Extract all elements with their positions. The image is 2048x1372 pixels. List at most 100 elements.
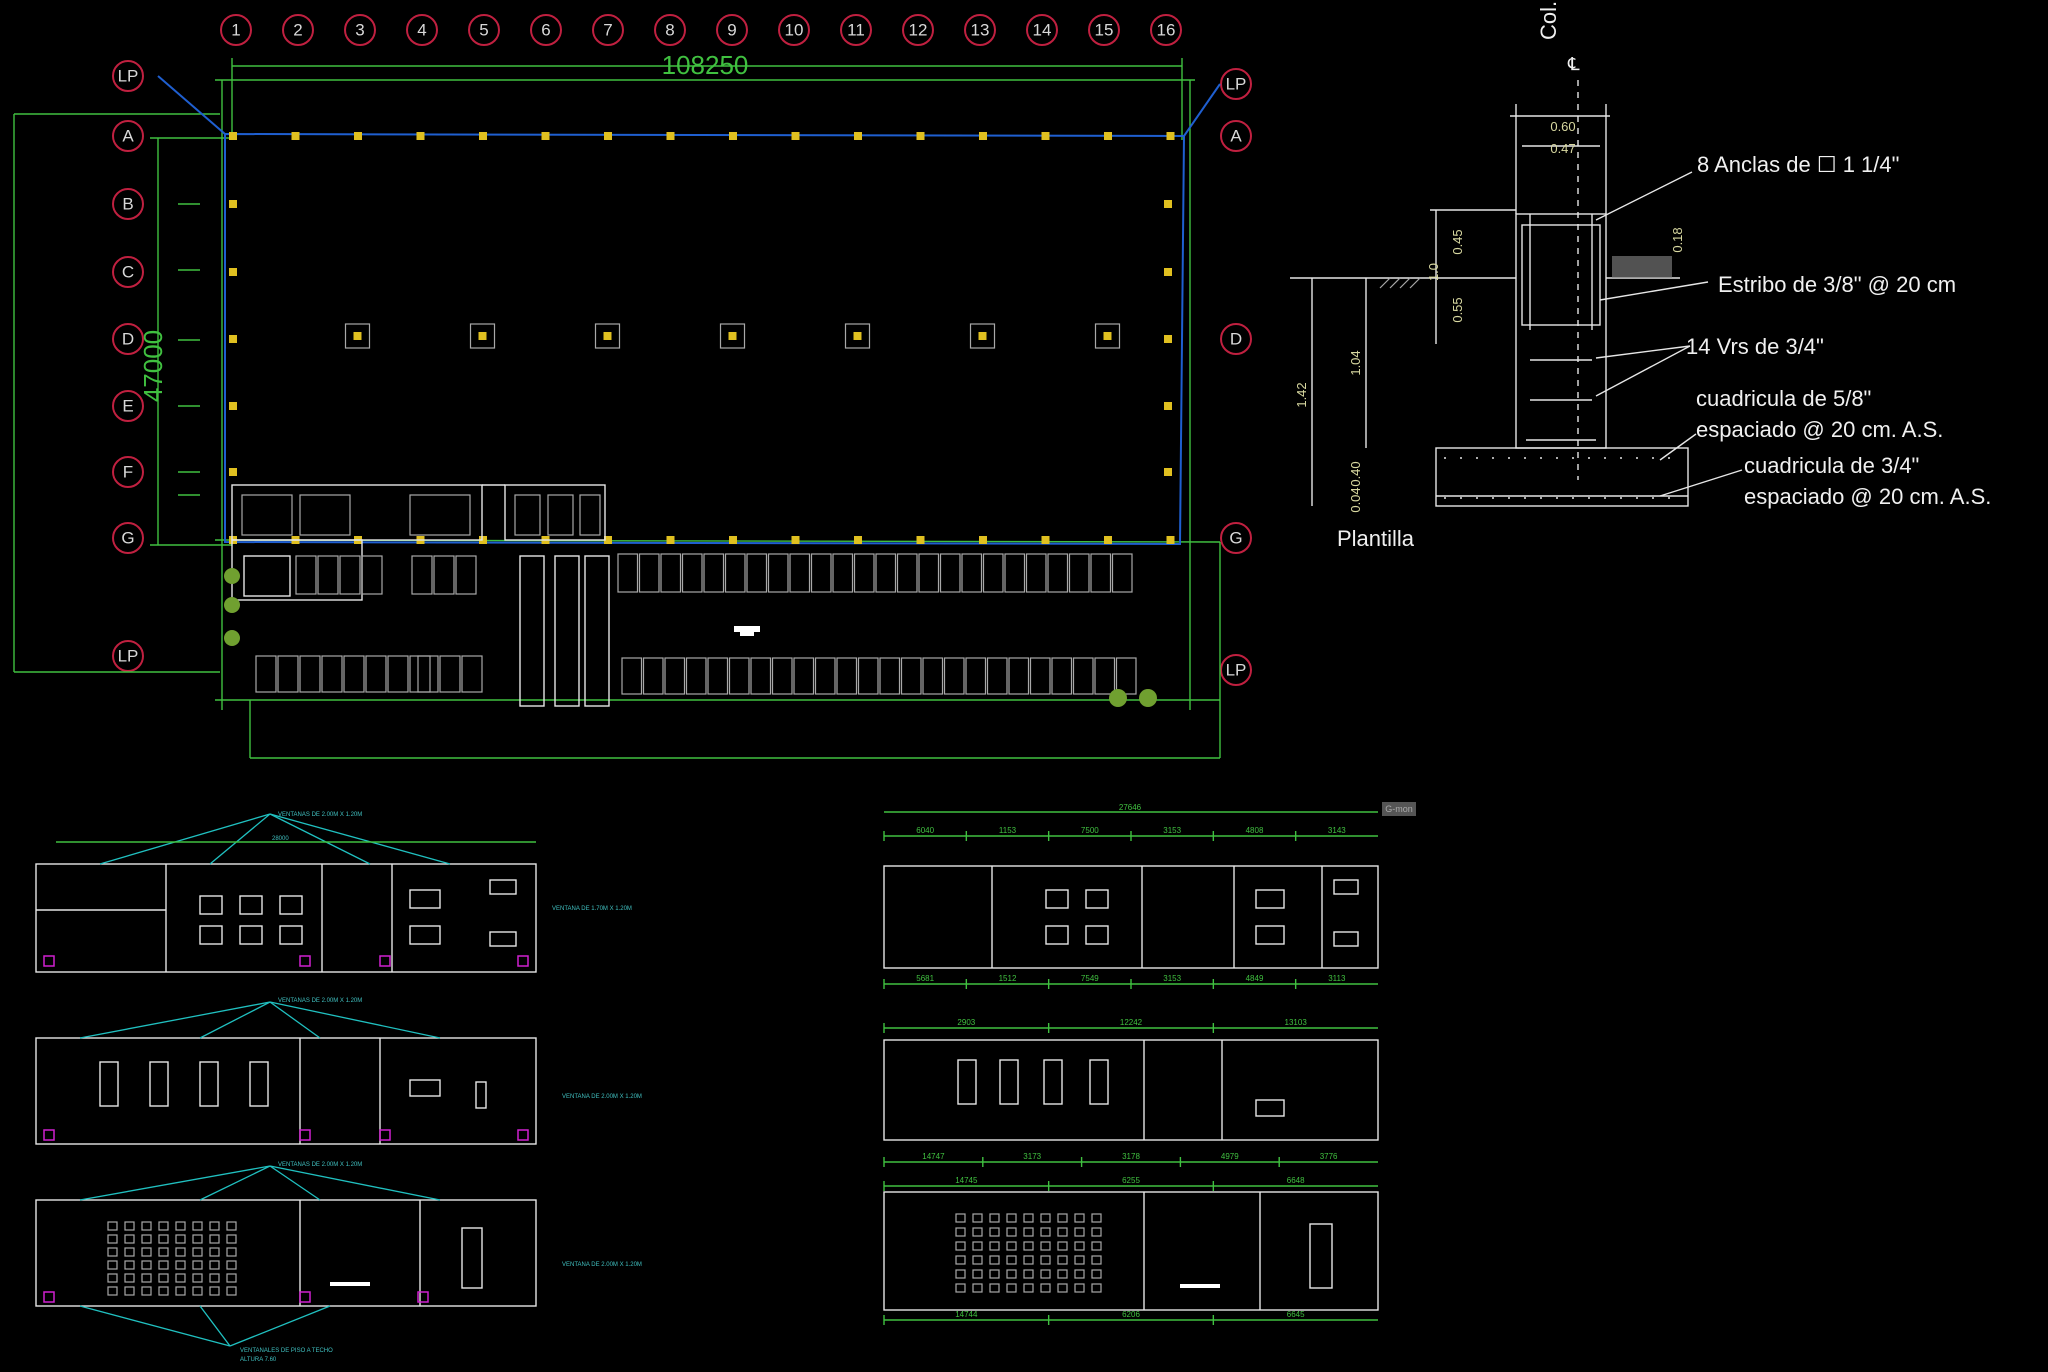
parking-stall (771, 657, 793, 695)
parking-stall (1004, 553, 1026, 593)
dim-label: 2903 (957, 1018, 975, 1027)
dim-label: 13103 (1285, 1018, 1308, 1027)
dim-label: 6255 (1122, 1176, 1140, 1185)
desk (226, 1234, 237, 1244)
dim-label: 6206 (1122, 1310, 1140, 1319)
column-top (354, 132, 362, 140)
lp-marker-top-right: LP (1220, 68, 1252, 100)
desk (226, 1286, 237, 1296)
desk (955, 1241, 966, 1251)
interior-column-core (603, 332, 612, 340)
desk (1057, 1241, 1068, 1251)
overall-dimensions: 108250 47000 (13, 50, 1221, 759)
desk (175, 1273, 186, 1283)
svg-text:A: A (122, 127, 134, 146)
desk (175, 1234, 186, 1244)
column-bubble-5: 5 (468, 14, 500, 46)
svg-text:0.45: 0.45 (1450, 229, 1465, 254)
dim-label: 1153 (999, 826, 1017, 835)
parking-stall (1068, 553, 1090, 593)
interior-column-core (1103, 332, 1112, 340)
parking-stall (1111, 553, 1133, 593)
column-bubble-8: 8 (654, 14, 686, 46)
table (489, 879, 517, 895)
column-top (1041, 132, 1050, 140)
parking-stall (1029, 657, 1051, 695)
column-bottom (666, 536, 675, 544)
table (1255, 925, 1285, 945)
column-bottom (1104, 536, 1112, 544)
table (279, 925, 303, 945)
svg-text:ALTURA 7.60: ALTURA 7.60 (240, 1357, 277, 1363)
column-top (604, 132, 612, 140)
parking-stall (277, 655, 299, 693)
column-right (1164, 402, 1172, 410)
parking-stall (321, 655, 343, 693)
svg-text:16: 16 (1157, 21, 1176, 40)
interior-column-core (728, 332, 737, 340)
desk (175, 1286, 186, 1296)
svg-text:D: D (1230, 330, 1242, 349)
table (999, 1059, 1019, 1105)
meeting-table (461, 1227, 483, 1289)
overall-length-label: 108250 (662, 50, 749, 80)
svg-text:13: 13 (971, 21, 990, 40)
parking-stall (317, 555, 339, 595)
parking-stall (660, 553, 682, 593)
mesh-top-label-1: cuadricula de 5/8" (1696, 386, 1871, 411)
parking-stall (750, 657, 772, 695)
svg-text:1.42: 1.42 (1294, 382, 1309, 407)
desk (1057, 1283, 1068, 1293)
column-top (854, 132, 862, 140)
dim-label: 7500 (1081, 826, 1099, 835)
table (957, 1059, 977, 1105)
desk (192, 1247, 203, 1257)
svg-text:0.40: 0.40 (1348, 461, 1363, 486)
desk (1006, 1269, 1017, 1279)
row-bubble-right-A: A (1220, 120, 1252, 152)
column-bubble-14: 14 (1026, 14, 1058, 46)
interior-column-core (853, 332, 862, 340)
svg-text:1: 1 (231, 21, 240, 40)
desk (226, 1260, 237, 1270)
desk (1057, 1269, 1068, 1279)
column-bottom (791, 536, 800, 544)
desk (226, 1273, 237, 1283)
right-plan-1: 27646 6040 1153 7500 3153 4808 3143 5681 1512 7… (883, 803, 1379, 989)
desk (209, 1221, 220, 1231)
svg-text:15: 15 (1095, 21, 1114, 40)
desk (175, 1260, 186, 1270)
desk (124, 1234, 135, 1244)
column-top (666, 132, 675, 140)
svg-text:LP: LP (118, 67, 139, 86)
row-bubble-G: G (112, 522, 144, 554)
mesh-bot-label-2: espaciado @ 20 cm. A.S. (1744, 484, 1991, 509)
desk (1057, 1227, 1068, 1237)
parking-stall (789, 553, 811, 593)
parking-stall (642, 657, 664, 695)
desk (1091, 1227, 1102, 1237)
column-bubble-3: 3 (344, 14, 376, 46)
table (199, 925, 223, 945)
parking-stall (339, 555, 361, 595)
svg-text:LP: LP (1226, 661, 1247, 680)
desk (141, 1273, 152, 1283)
parking-stall (875, 553, 897, 593)
cad-drawing-canvas[interactable]: 1 2 3 4 5 6 7 8 9 10 11 12 13 14 15 16 A ABCD DEFG G LP LP… (0, 0, 2048, 1372)
desk (1006, 1255, 1017, 1265)
parking-stall (638, 553, 660, 593)
desk (124, 1260, 135, 1270)
table (1255, 889, 1285, 909)
parking-stall (461, 655, 483, 693)
desk (1074, 1227, 1085, 1237)
parking-stall (1072, 657, 1094, 695)
svg-text:VENTANAS DE 2.00M X 1.20M: VENTANAS DE 2.00M X 1.20M (278, 998, 362, 1004)
parking-stall (681, 553, 703, 593)
row-bubble-B: B (112, 188, 144, 220)
svg-text:VENTANA DE 1.70M X 1.20M: VENTANA DE 1.70M X 1.20M (552, 906, 632, 912)
column-top (416, 132, 425, 140)
svg-text:1.0: 1.0 (1426, 263, 1441, 281)
dim-label: 14744 (955, 1310, 978, 1319)
column-grid-bubbles: 1 2 3 4 5 6 7 8 9 10 11 12 13 14 15 16 (220, 14, 1182, 46)
desk (107, 1260, 118, 1270)
